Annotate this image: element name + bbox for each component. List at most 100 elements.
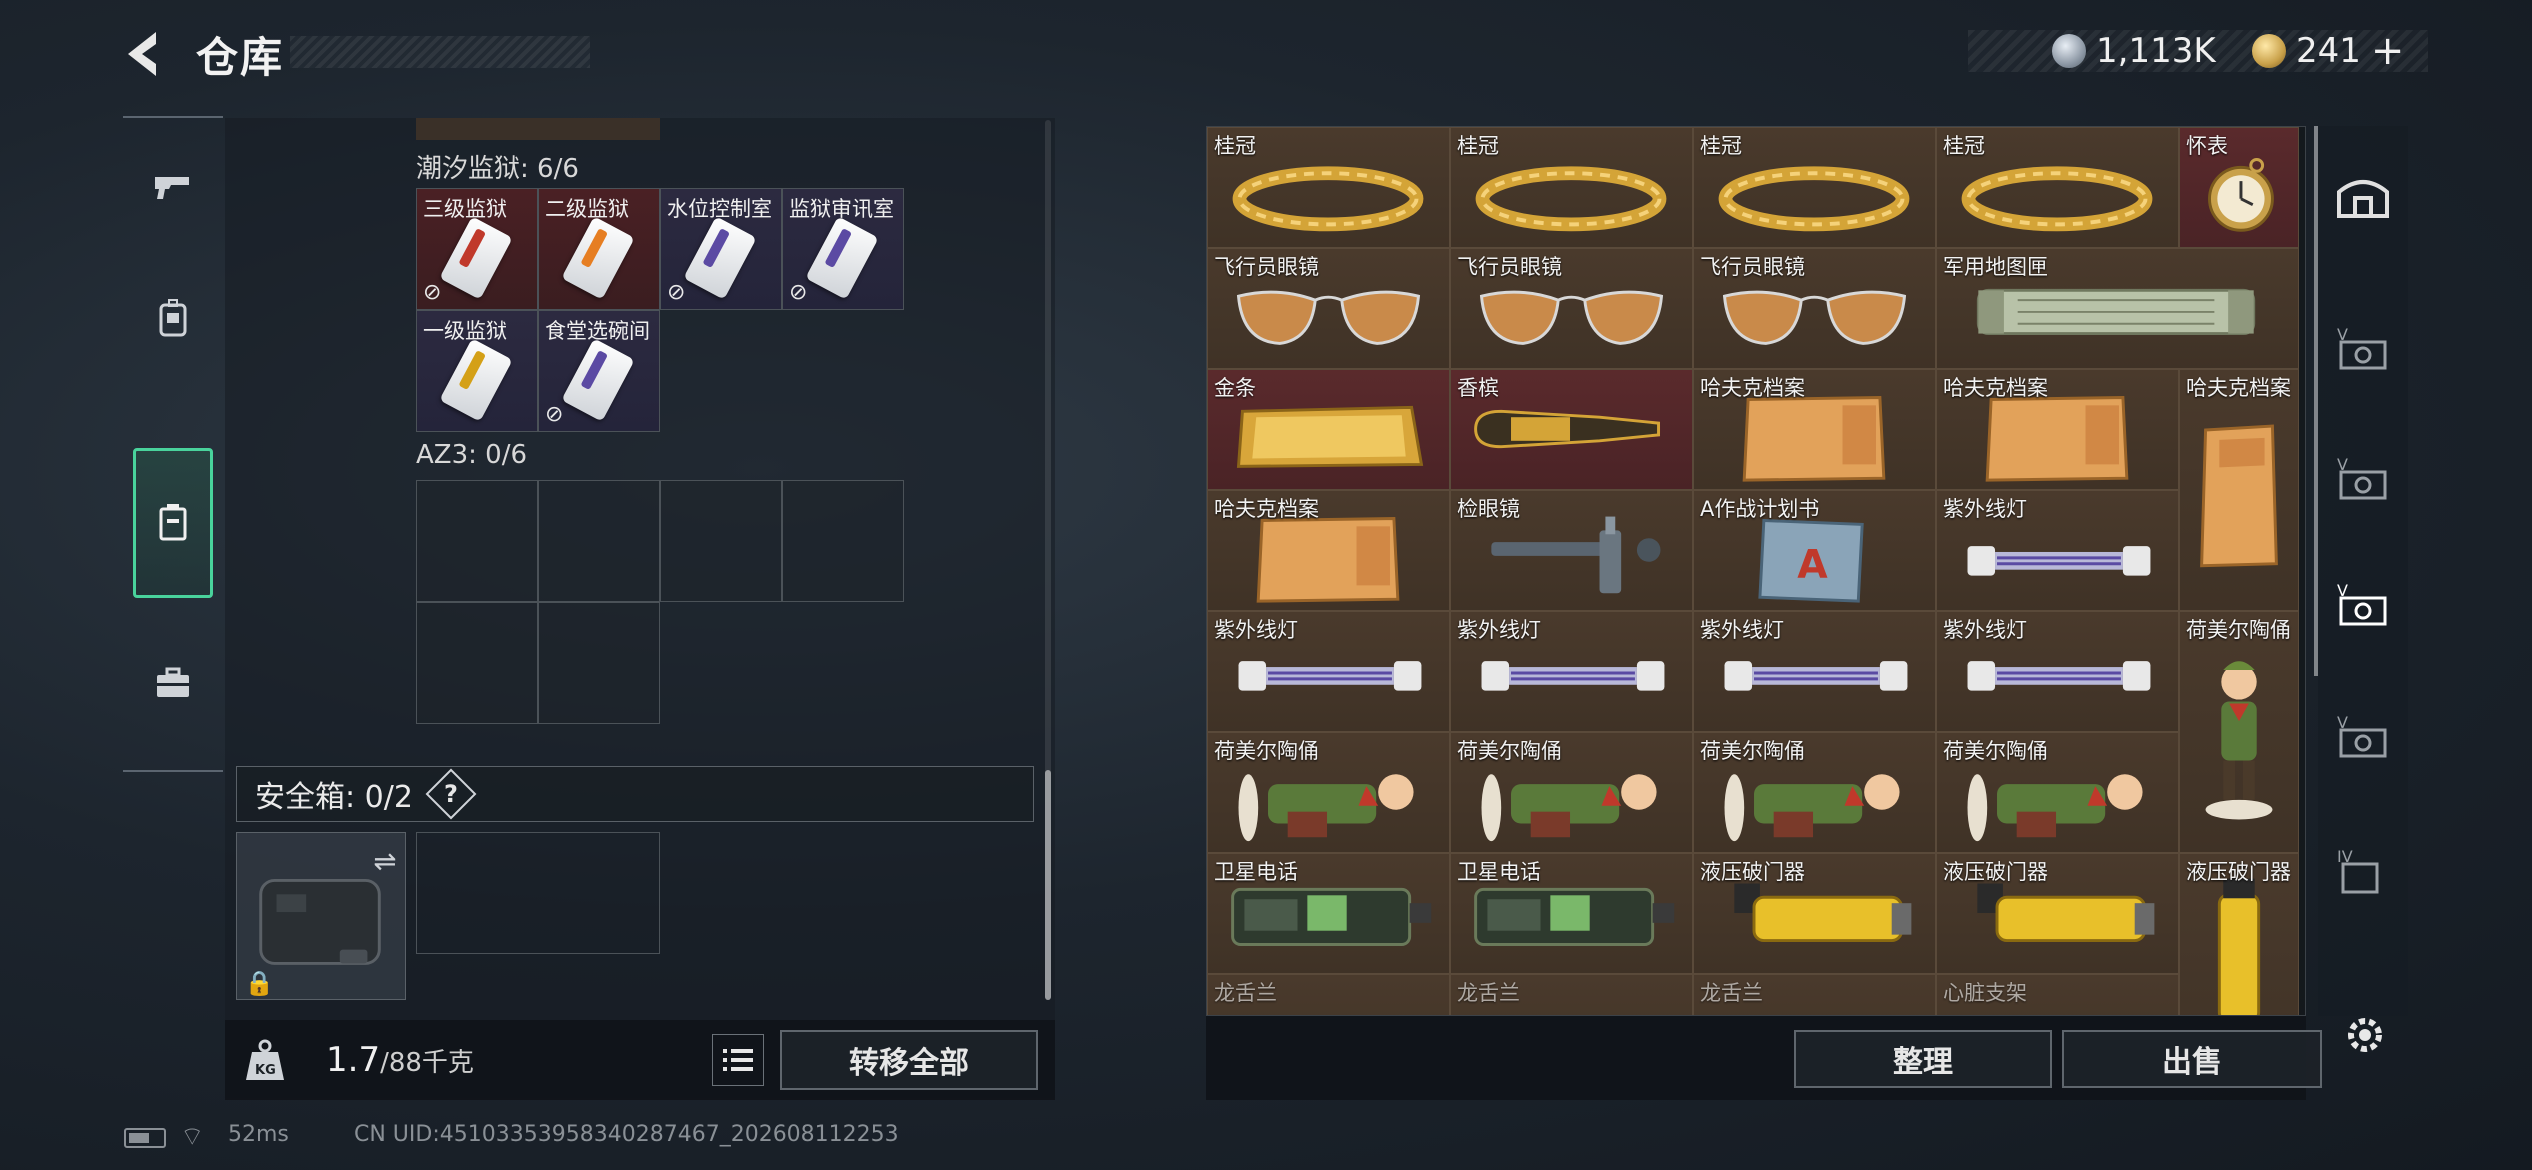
keycard-icon (683, 216, 757, 300)
item-name: 香槟 (1457, 376, 1499, 400)
safe-box-slot[interactable]: ⇌ 🔒 (236, 832, 406, 1000)
nav-weapons[interactable] (123, 122, 223, 252)
svg-text:⇌: ⇌ (373, 845, 396, 878)
help-icon: ? (443, 779, 458, 808)
currency-coin-value: 1,113K (2096, 31, 2216, 71)
item-name: 哈夫克档案 (1700, 376, 1805, 400)
tab-storage-5d[interactable]: V (2318, 676, 2408, 796)
item-name: 液压破门器 (1700, 860, 1805, 884)
back-arrow-icon[interactable] (120, 28, 170, 80)
sort-button[interactable]: 整理 (1794, 1030, 2052, 1088)
storage-item[interactable]: 紫外线灯 (1936, 611, 2179, 732)
storage-item[interactable]: 香槟 (1450, 369, 1693, 490)
bound-badge-icon: ⊘ (423, 280, 442, 305)
storage-item[interactable]: 荷美尔陶俑 (1207, 732, 1450, 853)
storage-item[interactable]: 紫外线灯 (1936, 490, 2179, 611)
empty-key-slot[interactable] (660, 480, 782, 602)
storage-icon (159, 504, 187, 541)
nav-storage[interactable] (133, 448, 213, 598)
storage-item[interactable]: 哈夫克档案 (2179, 369, 2299, 611)
item-name: 紫外线灯 (1700, 618, 1784, 642)
item-name: 哈夫克档案 (1214, 497, 1319, 521)
item-name: 桂冠 (1457, 134, 1499, 158)
storage-item[interactable]: 液压破门器 (1693, 853, 1936, 974)
storage-item[interactable]: 荷美尔陶俑 (2179, 611, 2299, 853)
storage-item[interactable]: 桂冠 (1693, 127, 1936, 248)
storage-item[interactable]: 紫外线灯 (1207, 611, 1450, 732)
keycard-icon (439, 216, 513, 300)
help-button[interactable]: ? (425, 768, 477, 820)
storage-box-iv-icon: IV (2337, 847, 2379, 894)
coin-icon (2052, 34, 2086, 68)
storage-item[interactable]: 哈夫克档案 (1936, 369, 2179, 490)
nav-gear[interactable] (123, 254, 223, 384)
tab-storage-5[interactable]: V (2318, 288, 2408, 408)
safe-box-label: 安全箱: 0/2 (255, 780, 413, 815)
empty-key-slot[interactable] (416, 480, 538, 602)
key-slot[interactable]: 食堂选碗间 ⊘ (538, 310, 660, 432)
currency-coin[interactable]: 1,113K (2052, 30, 2216, 72)
settings-gear-icon[interactable] (2340, 1010, 2390, 1060)
empty-key-slot[interactable] (782, 480, 904, 602)
storage-item[interactable]: 怀表 (2179, 127, 2299, 248)
storage-item[interactable]: A作战计划书 A (1693, 490, 1936, 611)
key-slot[interactable]: 监狱审讯室 ⊘ (782, 188, 904, 310)
storage-item[interactable]: 哈夫克档案 (1207, 490, 1450, 611)
list-view-button[interactable] (712, 1034, 764, 1086)
storage-item[interactable]: 心脏支架 (1936, 974, 2179, 1015)
storage-item[interactable]: 桂冠 (1450, 127, 1693, 248)
storage-item[interactable]: 飞行员眼镜 (1450, 248, 1693, 369)
storage-item[interactable]: 军用地图匣 (1936, 248, 2299, 369)
weight-max: /88千克 (380, 1048, 474, 1078)
storage-item[interactable]: 飞行员眼镜 (1207, 248, 1450, 369)
key-slot[interactable]: 二级监狱 (538, 188, 660, 310)
tab-storage-5c-active[interactable]: V (2318, 544, 2408, 664)
storage-item[interactable]: 检眼镜 (1450, 490, 1693, 611)
storage-item[interactable]: 桂冠 (1207, 127, 1450, 248)
empty-key-slot[interactable] (416, 602, 538, 724)
tab-storage-5b[interactable]: V (2318, 418, 2408, 538)
storage-item[interactable]: 卫星电话 (1450, 853, 1693, 974)
storage-item[interactable]: 液压破门器 (2179, 853, 2299, 1015)
add-currency-button[interactable]: + (2371, 28, 2405, 74)
transfer-all-button[interactable]: 转移全部 (780, 1030, 1038, 1090)
storage-item[interactable]: 液压破门器 (1936, 853, 2179, 974)
key-slot[interactable]: 一级监狱 (416, 310, 538, 432)
item-name: 卫星电话 (1457, 860, 1541, 884)
storage-item[interactable]: 荷美尔陶俑 (1450, 732, 1693, 853)
key-slot[interactable]: 三级监狱 ⊘ (416, 188, 538, 310)
storage-item[interactable]: 桂冠 (1936, 127, 2179, 248)
empty-key-slot[interactable] (538, 602, 660, 724)
storage-item[interactable]: 飞行员眼镜 (1693, 248, 1936, 369)
storage-item[interactable]: 紫外线灯 (1693, 611, 1936, 732)
item-name: 紫外线灯 (1457, 618, 1541, 642)
currency-gold[interactable]: 241 + (2252, 28, 2405, 74)
tab-all-storage[interactable] (2318, 136, 2408, 256)
storage-box-v-icon: V (2337, 455, 2387, 500)
item-name: 桂冠 (1943, 134, 1985, 158)
storage-item[interactable]: 紫外线灯 (1450, 611, 1693, 732)
storage-item[interactable]: 哈夫克档案 (1693, 369, 1936, 490)
storage-item[interactable]: 金条 (1207, 369, 1450, 490)
scrollbar-thumb[interactable] (1045, 770, 1051, 1000)
item-name: 紫外线灯 (1214, 618, 1298, 642)
item-name: 荷美尔陶俑 (1700, 739, 1805, 763)
item-name: 桂冠 (1214, 134, 1256, 158)
key-slot[interactable]: 水位控制室 ⊘ (660, 188, 782, 310)
storage-item[interactable]: 龙舌兰 (1450, 974, 1693, 1015)
empty-key-slot[interactable] (538, 480, 660, 602)
nav-keys[interactable] (123, 618, 223, 748)
key-name: 二级监狱 (545, 197, 629, 221)
storage-item[interactable]: 龙舌兰 (1207, 974, 1450, 1015)
item-name: 荷美尔陶俑 (1457, 739, 1562, 763)
svg-text:🔒: 🔒 (245, 969, 275, 997)
key-group-label: AZ3: 0/6 (416, 440, 528, 470)
tab-storage-4[interactable]: IV (2318, 810, 2408, 930)
storage-item[interactable]: 卫星电话 (1207, 853, 1450, 974)
safe-box-empty-slot[interactable] (416, 832, 660, 954)
storage-item[interactable]: 荷美尔陶俑 (1936, 732, 2179, 853)
bound-badge-icon: ⊘ (667, 280, 686, 305)
storage-item[interactable]: 荷美尔陶俑 (1693, 732, 1936, 853)
sell-button[interactable]: 出售 (2062, 1030, 2322, 1088)
storage-item[interactable]: 龙舌兰 (1693, 974, 1936, 1015)
